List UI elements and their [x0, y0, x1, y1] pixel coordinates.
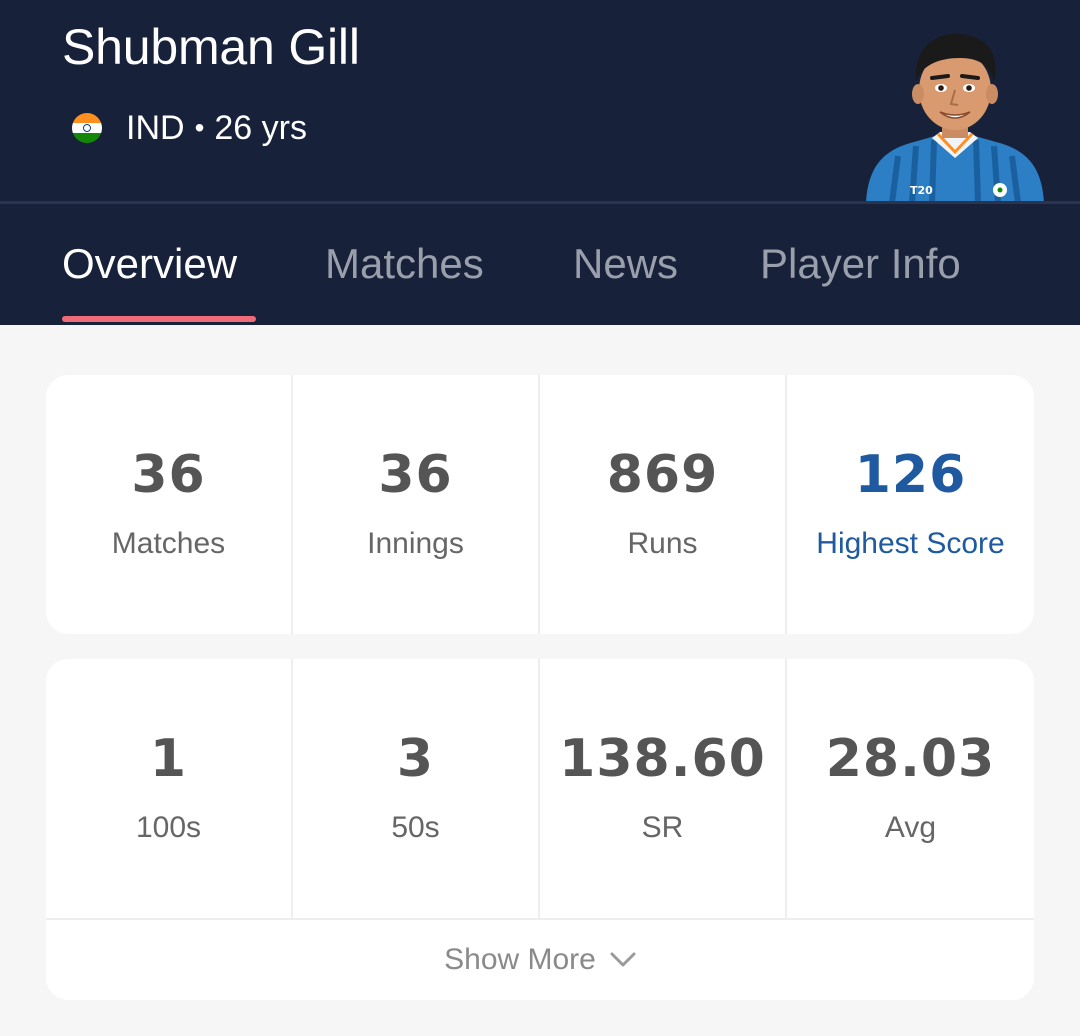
tab-bar: Overview Matches News Player Info	[0, 204, 1080, 325]
stat-label: 50s	[391, 811, 440, 844]
tab-matches[interactable]: Matches	[325, 240, 484, 288]
stat-value: 28.03	[825, 729, 996, 789]
stat-value: 36	[378, 445, 453, 505]
stat-label: 100s	[135, 811, 202, 844]
stat-label: Runs	[627, 527, 698, 560]
stat-value: 1	[149, 729, 188, 789]
player-age: 26 yrs	[214, 108, 307, 147]
meta-separator: •	[194, 112, 205, 143]
tab-overview[interactable]: Overview	[62, 240, 237, 288]
stat-highest-score[interactable]: 126 Highest Score	[787, 375, 1034, 634]
player-avatar-icon: T20	[866, 33, 1044, 203]
stat-strike-rate: 138.60 SR	[540, 659, 787, 918]
stat-value: 138.60	[559, 729, 766, 789]
player-meta: IND • 26 yrs	[72, 108, 307, 148]
stat-matches: 36 Matches	[46, 375, 293, 634]
stat-fifties: 3 50s	[293, 659, 540, 918]
stat-average: 28.03 Avg	[787, 659, 1034, 918]
tab-news[interactable]: News	[573, 240, 678, 288]
stat-innings: 36 Innings	[293, 375, 540, 634]
stat-value: 869	[606, 445, 719, 505]
stats-card-primary: 36 Matches 36 Innings 869 Runs 126 Highe…	[46, 375, 1034, 634]
player-name: Shubman Gill	[62, 19, 360, 75]
india-flag-icon	[72, 113, 102, 143]
stat-hundreds: 1 100s	[46, 659, 293, 918]
stats-card-secondary: 1 100s 3 50s 138.60 SR 28.03 Avg Show Mo…	[46, 659, 1034, 1000]
stat-label: Matches	[111, 527, 226, 560]
chevron-down-icon	[610, 952, 636, 967]
stat-label: Highest Score	[816, 527, 1005, 560]
player-header: Shubman Gill IND • 26 yrs T20	[0, 0, 1080, 203]
show-more-label: Show More	[444, 943, 596, 976]
active-tab-indicator	[62, 316, 256, 322]
stat-value: 3	[396, 729, 435, 789]
tab-player-info[interactable]: Player Info	[760, 240, 961, 288]
svg-text:T20: T20	[910, 184, 933, 197]
stat-value: 36	[131, 445, 206, 505]
stat-label: Innings	[367, 527, 464, 560]
show-more-button[interactable]: Show More	[46, 920, 1034, 1000]
player-country: IND	[126, 108, 185, 147]
stat-runs: 869 Runs	[540, 375, 787, 634]
stat-value: 126	[854, 445, 967, 505]
stat-label: SR	[641, 811, 684, 844]
stat-label: Avg	[884, 811, 937, 844]
